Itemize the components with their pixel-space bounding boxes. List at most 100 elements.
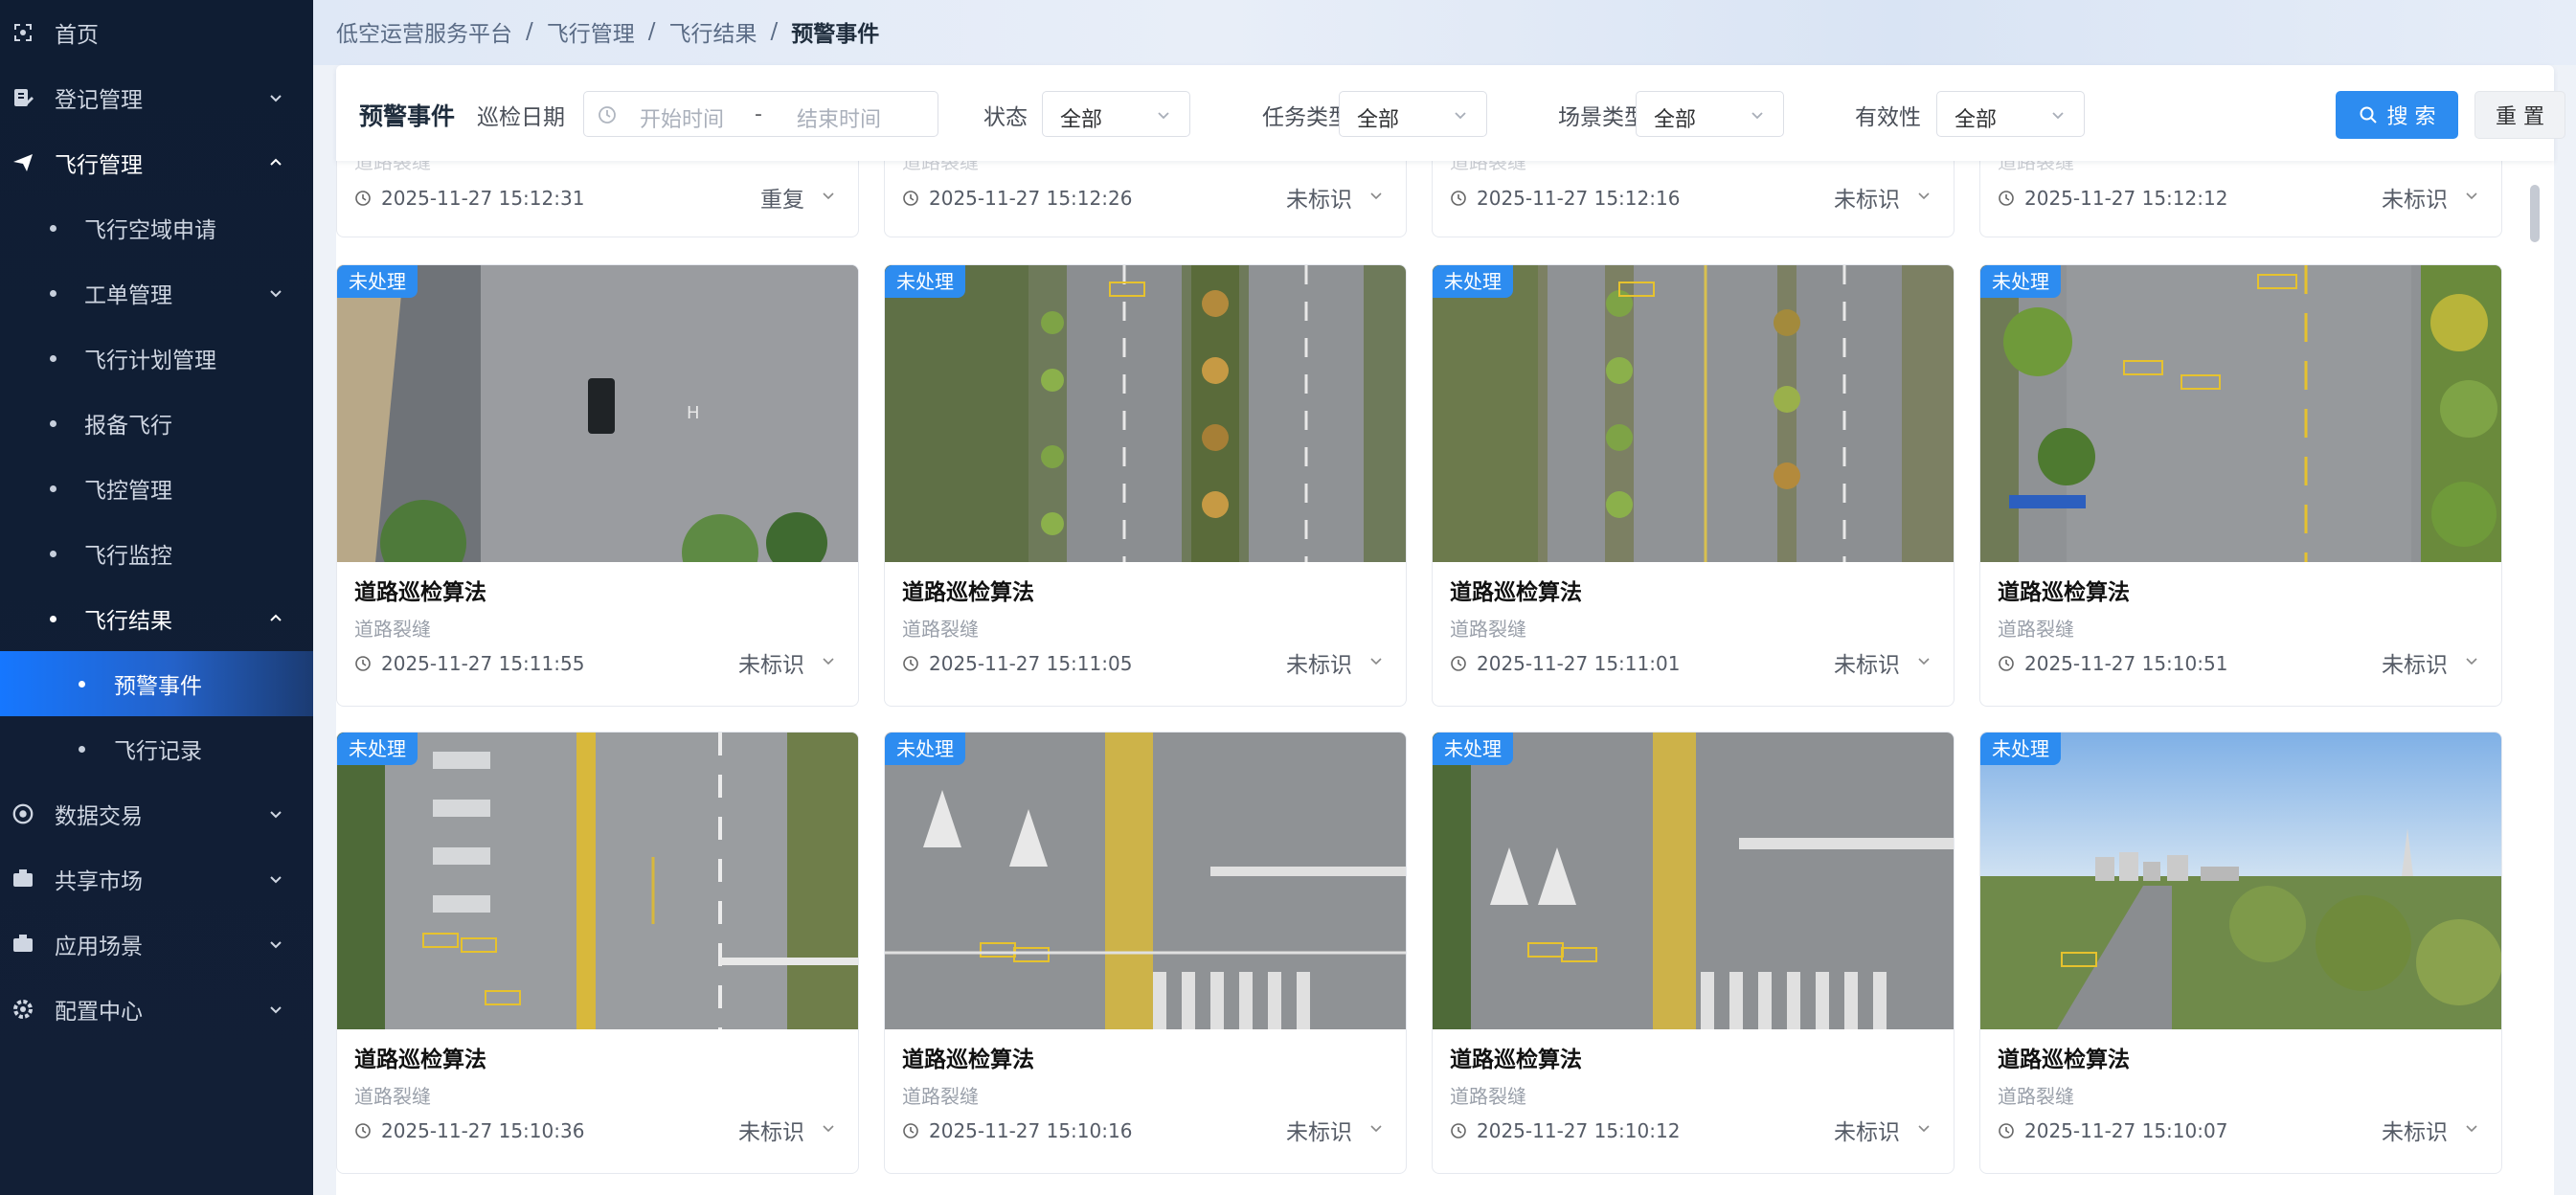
card-status[interactable]: 未标识 — [1834, 646, 1900, 679]
sidebar-item-data-trade[interactable]: 数据交易 — [0, 781, 313, 846]
status-select[interactable]: 全部 — [1042, 91, 1190, 137]
sidebar-item-label: 飞行空域申请 — [84, 218, 216, 243]
event-card[interactable]: 未处理 道路巡检算法 道路裂缝 2025-11-27 15:10:51 未标识 — [1979, 264, 2502, 707]
chevron-down-icon[interactable] — [820, 1119, 837, 1137]
sidebar-item-flight-management[interactable]: 飞行管理 — [0, 130, 313, 195]
event-image[interactable]: H — [337, 265, 858, 562]
sidebar-item-airspace-application[interactable]: 飞行空域申请 — [0, 195, 313, 260]
event-image[interactable] — [337, 733, 858, 1029]
card-status[interactable]: 未标识 — [1834, 1114, 1900, 1146]
chevron-down-icon[interactable] — [820, 652, 837, 669]
status-label: 状态 — [983, 105, 1028, 130]
top-bar: 低空运营服务平台 / 飞行管理 / 飞行结果 / 预警事件 — [313, 0, 2576, 65]
card-title: 道路巡检算法 — [354, 1048, 486, 1072]
sidebar-item-flight-control[interactable]: 飞控管理 — [0, 456, 313, 521]
sidebar-item-flight-plan[interactable]: 飞行计划管理 — [0, 326, 313, 391]
event-image[interactable] — [1433, 733, 1954, 1029]
chevron-down-icon[interactable] — [1915, 1119, 1932, 1137]
page-title: 预警事件 — [359, 102, 456, 130]
card-status[interactable]: 未标识 — [1286, 1114, 1352, 1146]
sidebar-item-label: 飞行监控 — [84, 544, 172, 569]
card-subtitle: 道路裂缝 — [1450, 618, 1526, 641]
chevron-up-icon — [270, 614, 282, 621]
event-image[interactable] — [1980, 733, 2501, 1029]
sidebar-item-flight-monitor[interactable]: 飞行监控 — [0, 521, 313, 586]
card-status[interactable]: 未标识 — [1286, 181, 1352, 214]
sidebar-item-config-center[interactable]: 配置中心 — [0, 977, 313, 1042]
card-status[interactable]: 未标识 — [1834, 181, 1900, 214]
card-time: 2025-11-27 15:10:16 — [902, 1119, 1132, 1142]
sidebar-item-share-market[interactable]: 共享市场 — [0, 846, 313, 912]
card-status[interactable]: 未标识 — [1286, 646, 1352, 679]
card-time: 2025-11-27 15:12:16 — [1450, 187, 1680, 210]
card-time: 2025-11-27 15:10:07 — [1998, 1119, 2227, 1142]
clock-icon — [1999, 656, 2014, 671]
card-status[interactable]: 未标识 — [738, 646, 804, 679]
sidebar: 首页 登记管理 飞行管理 飞行空域申请 工单管理 飞行计划管理 报备飞行 飞控管… — [0, 0, 313, 1195]
sidebar-item-flight-results[interactable]: 飞行结果 — [0, 586, 313, 651]
status-badge: 未处理 — [1433, 265, 1513, 298]
card-time-text: 2025-11-27 15:10:51 — [2024, 652, 2228, 675]
reset-button-label: 重 置 — [2496, 105, 2544, 129]
sidebar-item-register[interactable]: 登记管理 — [0, 65, 313, 130]
event-card[interactable]: 未处理 道路巡检算法 道路裂缝 2025-11-27 15:11:01 未标识 — [1432, 264, 1955, 707]
event-image[interactable] — [885, 265, 1406, 562]
card-subtitle: 道路裂缝 — [1450, 1085, 1526, 1108]
sidebar-item-app-scene[interactable]: 应用场景 — [0, 912, 313, 977]
reset-button[interactable]: 重 置 — [2474, 91, 2565, 139]
card-time: 2025-11-27 15:10:51 — [1998, 652, 2227, 675]
end-time-input[interactable]: 结束时间 — [797, 102, 881, 133]
search-button-label: 搜 索 — [2386, 105, 2436, 129]
card-status[interactable]: 重复 — [760, 181, 804, 214]
bullet-dot — [50, 289, 56, 297]
chevron-down-icon[interactable] — [1915, 187, 1932, 204]
event-image[interactable] — [1433, 265, 1954, 562]
card-title: 道路巡检算法 — [1450, 580, 1582, 605]
sidebar-item-home[interactable]: 首页 — [0, 0, 313, 65]
event-card[interactable]: H 未处理 道路巡检算法 道路裂缝 2025-11-27 15:11:55 未标… — [336, 264, 859, 707]
event-card[interactable]: 未处理 道路巡检算法 道路裂缝 2025-11-27 15:10:12 未标识 — [1432, 732, 1955, 1174]
chevron-down-icon[interactable] — [2463, 652, 2480, 669]
chevron-down-icon[interactable] — [1367, 187, 1385, 204]
validity-select[interactable]: 全部 — [1936, 91, 2085, 137]
event-card[interactable]: 未处理 道路巡检算法 道路裂缝 2025-11-27 15:10:16 未标识 — [884, 732, 1407, 1174]
sidebar-item-report-flight[interactable]: 报备飞行 — [0, 391, 313, 456]
sidebar-item-label: 飞行管理 — [55, 153, 143, 178]
event-card[interactable]: 未处理 道路巡检算法 道路裂缝 2025-11-27 15:11:05 未标识 — [884, 264, 1407, 707]
card-status[interactable]: 未标识 — [2382, 646, 2448, 679]
chevron-down-icon[interactable] — [2463, 187, 2480, 204]
card-subtitle: 道路裂缝 — [354, 618, 431, 641]
card-status[interactable]: 未标识 — [2382, 1114, 2448, 1146]
date-range-picker[interactable]: 开始时间 - 结束时间 — [583, 91, 938, 137]
data-trade-icon — [11, 802, 34, 825]
start-time-input[interactable]: 开始时间 — [640, 102, 724, 133]
card-time-text: 2025-11-27 15:12:12 — [2024, 187, 2228, 210]
chevron-down-icon[interactable] — [1367, 652, 1385, 669]
card-status[interactable]: 未标识 — [2382, 181, 2448, 214]
task-type-select[interactable]: 全部 — [1339, 91, 1487, 137]
sidebar-item-work-order[interactable]: 工单管理 — [0, 260, 313, 326]
card-title: 道路巡检算法 — [1998, 1048, 2130, 1072]
chevron-down-icon — [270, 941, 282, 949]
breadcrumb-item[interactable]: 低空运营服务平台 — [336, 15, 512, 48]
chevron-down-icon[interactable] — [820, 187, 837, 204]
breadcrumb-item[interactable]: 飞行结果 — [669, 15, 757, 48]
search-button[interactable]: 搜 索 — [2336, 91, 2458, 139]
card-status[interactable]: 未标识 — [738, 1114, 804, 1146]
sidebar-item-flight-records[interactable]: 飞行记录 — [0, 716, 313, 781]
event-card[interactable]: 未处理 道路巡检算法 道路裂缝 2025-11-27 15:10:07 未标识 — [1979, 732, 2502, 1174]
event-image[interactable] — [885, 733, 1406, 1029]
sidebar-item-alert-events[interactable]: 预警事件 — [0, 651, 313, 716]
chevron-down-icon[interactable] — [2463, 1119, 2480, 1137]
chevron-down-icon[interactable] — [1915, 652, 1932, 669]
scrollbar-thumb[interactable] — [2530, 185, 2540, 242]
breadcrumb-separator: / — [770, 19, 779, 44]
scene-type-select[interactable]: 全部 — [1636, 91, 1784, 137]
chevron-down-icon[interactable] — [1367, 1119, 1385, 1137]
sidebar-item-label: 报备飞行 — [84, 414, 172, 439]
breadcrumb-item[interactable]: 飞行管理 — [547, 15, 635, 48]
event-image[interactable] — [1980, 265, 2501, 562]
event-card[interactable]: 未处理 道路巡检算法 道路裂缝 2025-11-27 15:10:36 未标识 — [336, 732, 859, 1174]
filter-bar: 预警事件 巡检日期 开始时间 - 结束时间 状态 全部 任务类型 全部 场景类型… — [336, 65, 2565, 161]
chevron-down-icon — [1455, 112, 1466, 120]
